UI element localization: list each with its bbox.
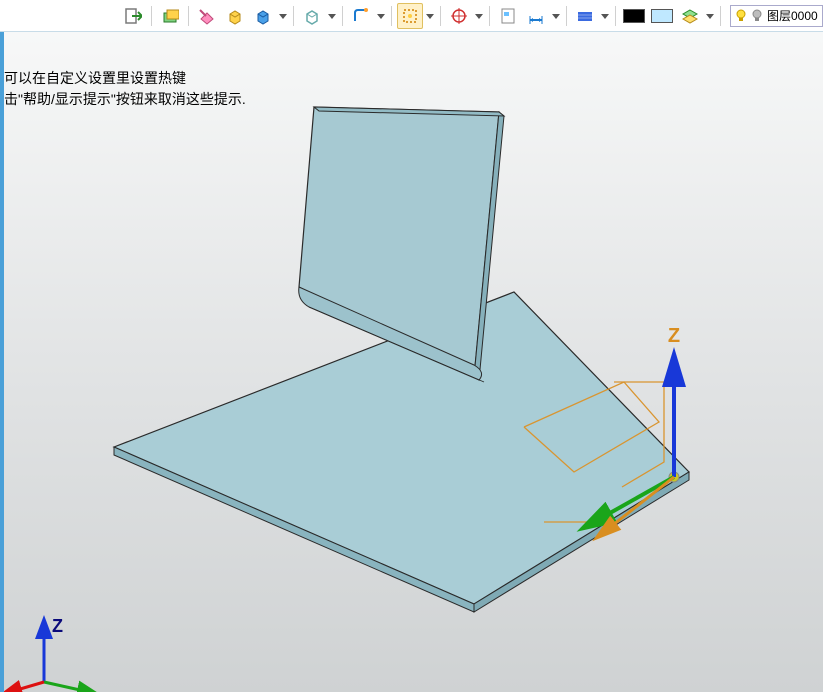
surface-icon[interactable] — [572, 3, 598, 29]
select-rect-icon[interactable] — [397, 3, 423, 29]
bend-icon[interactable] — [348, 3, 374, 29]
dropdown-arrow-icon[interactable] — [327, 12, 337, 20]
axis-label-z-main: Z — [668, 325, 680, 347]
dimension-icon[interactable] — [523, 3, 549, 29]
page-icon[interactable] — [495, 3, 521, 29]
box-blue-icon[interactable] — [250, 3, 276, 29]
toolbar-separator — [566, 6, 567, 26]
layer-name: 图层0000 — [767, 7, 818, 24]
axis-label-z-mini: Z — [52, 616, 63, 636]
target-icon[interactable] — [446, 3, 472, 29]
toolbar-separator — [615, 6, 616, 26]
dropdown-arrow-icon[interactable] — [474, 12, 484, 20]
dropdown-arrow-icon[interactable] — [278, 12, 288, 20]
color-skyblue-swatch[interactable] — [649, 3, 675, 29]
dropdown-arrow-icon[interactable] — [600, 12, 610, 20]
bulb-off-icon — [751, 9, 763, 23]
toolbar-separator — [342, 6, 343, 26]
main-toolbar: 图层0000 — [0, 0, 823, 32]
dropdown-arrow-icon[interactable] — [705, 12, 715, 20]
dropdown-arrow-icon[interactable] — [376, 12, 386, 20]
sheets-icon[interactable] — [157, 3, 183, 29]
viewport-3d[interactable]: 可以在自定义设置里设置热键 击"帮助/显示提示"按钮来取消这些提示. — [0, 32, 823, 692]
bulb-on-icon — [735, 9, 747, 23]
toolbar-separator — [293, 6, 294, 26]
scene-svg: Z Z — [4, 32, 823, 692]
toolbar-separator — [188, 6, 189, 26]
model-sheet-metal — [114, 107, 689, 612]
dropdown-arrow-icon[interactable] — [551, 12, 561, 20]
layer-selector[interactable]: 图层0000 — [730, 5, 823, 27]
mini-triad: Z — [10, 616, 89, 692]
dropdown-arrow-icon[interactable] — [425, 12, 435, 20]
cube-wire-icon[interactable] — [299, 3, 325, 29]
toolbar-separator — [151, 6, 152, 26]
color-black-swatch[interactable] — [621, 3, 647, 29]
exit-icon[interactable] — [120, 3, 146, 29]
layers-icon[interactable] — [677, 3, 703, 29]
toolbar-separator — [391, 6, 392, 26]
toolbar-separator — [440, 6, 441, 26]
eraser-icon[interactable] — [194, 3, 220, 29]
toolbar-separator — [720, 6, 721, 26]
box-yellow-icon[interactable] — [222, 3, 248, 29]
toolbar-separator — [489, 6, 490, 26]
